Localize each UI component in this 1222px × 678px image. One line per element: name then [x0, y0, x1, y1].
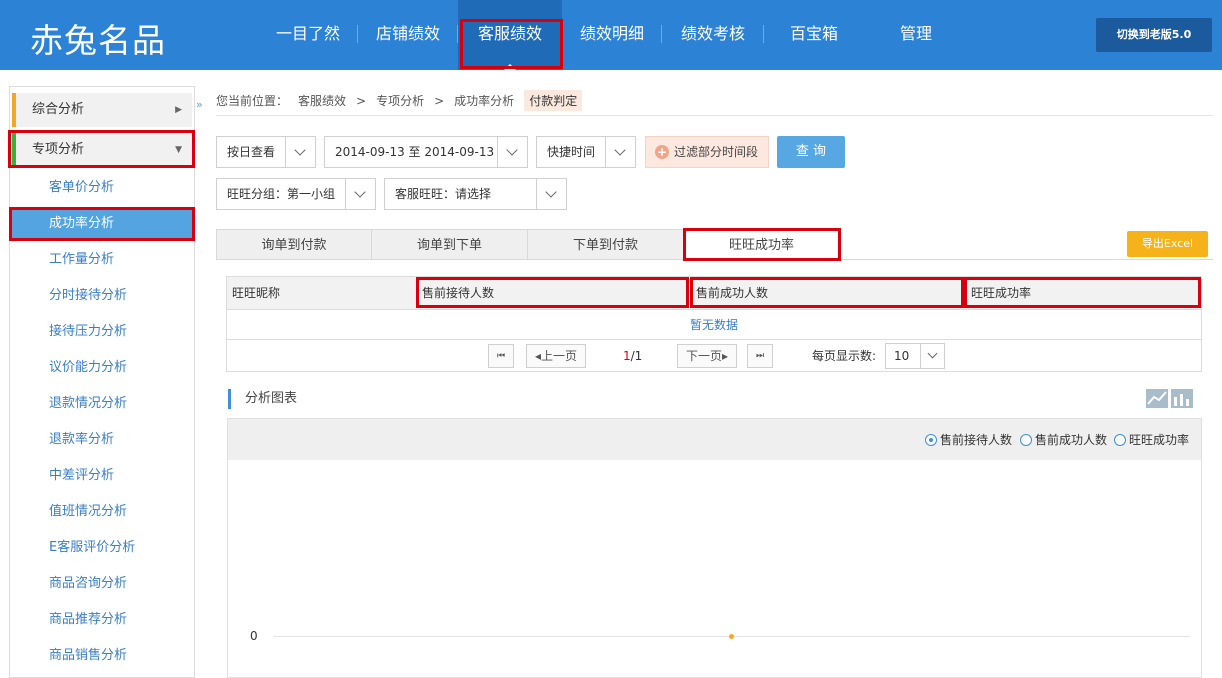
nav-manage[interactable]: 管理: [864, 0, 968, 70]
sidebar-item-product-sales[interactable]: 商品销售分析: [12, 641, 192, 671]
empty-message: 暂无数据: [227, 309, 1201, 339]
query-button[interactable]: 查 询: [777, 136, 845, 168]
tab-inquiry-to-payment[interactable]: 询单到付款: [216, 229, 372, 260]
breadcrumb-item-special-analysis[interactable]: 专项分析: [376, 92, 424, 109]
main-nav: 一目了然 店铺绩效 客服绩效 绩效明细 绩效考核 百宝箱 管理: [258, 0, 968, 70]
sidebar: 综合分析 ▶ 专项分析 ▼ 客单价分析 成功率分析 工作量分析 分时接待分析 接…: [9, 86, 195, 678]
sidebar-group-special[interactable]: 专项分析 ▼: [12, 133, 192, 167]
nav-performance-review[interactable]: 绩效考核: [662, 0, 764, 70]
nav-shop-performance[interactable]: 店铺绩效: [358, 0, 458, 70]
chart-section-title: 分析图表: [228, 389, 297, 409]
analysis-tabs: 询单到付款 询单到下单 下单到付款 旺旺成功率: [216, 229, 1213, 260]
chevron-down-icon: [345, 179, 375, 209]
first-page-button[interactable]: ⏮: [488, 344, 514, 368]
switch-old-version-button[interactable]: 切换到老版5.0: [1096, 18, 1212, 52]
next-page-button[interactable]: 下一页▸: [677, 344, 737, 368]
nav-overview[interactable]: 一目了然: [258, 0, 358, 70]
filter-periods-button[interactable]: + 过滤部分时间段: [645, 136, 769, 168]
breadcrumb: 您当前位置： 客服绩效 > 专项分析 > 成功率分析 付款判定: [216, 86, 1213, 116]
sidebar-item-duty[interactable]: 值班情况分析: [12, 497, 192, 527]
breadcrumb-prefix: 您当前位置：: [216, 94, 289, 108]
sidebar-item-reception-pressure[interactable]: 接待压力分析: [12, 317, 192, 347]
chevron-down-icon: [605, 137, 635, 167]
nav-service-performance[interactable]: 客服绩效: [458, 0, 562, 70]
chevron-down-icon: ▼: [175, 145, 182, 155]
table-header: 旺旺昵称 售前接待人数 售前成功人数 旺旺成功率: [227, 277, 1201, 309]
sidebar-item-product-recommend[interactable]: 商品推荐分析: [12, 605, 192, 635]
breadcrumb-current: 付款判定: [524, 90, 583, 111]
nav-toolbox[interactable]: 百宝箱: [764, 0, 864, 70]
export-excel-button[interactable]: 导出Excel: [1127, 231, 1208, 257]
legend-presale-success[interactable]: 售前成功人数: [1020, 431, 1107, 448]
column-header-presale-received[interactable]: 售前接待人数: [417, 277, 691, 309]
chevron-down-icon: [920, 344, 944, 368]
sidebar-item-hourly-reception[interactable]: 分时接待分析: [12, 281, 192, 311]
column-header-presale-success[interactable]: 售前成功人数: [691, 277, 966, 309]
plus-icon: +: [655, 145, 669, 159]
top-bar: 赤兔名品 一目了然 店铺绩效 客服绩效 绩效明细 绩效考核 百宝箱 管理 切换到…: [0, 0, 1222, 70]
data-table: 旺旺昵称 售前接待人数 售前成功人数 旺旺成功率 暂无数据 ⏮ ◂上一页 1/1…: [226, 276, 1202, 372]
sidebar-item-unit-price[interactable]: 客单价分析: [12, 173, 192, 203]
bar-chart-icon[interactable]: [1171, 389, 1193, 408]
sidebar-item-workload[interactable]: 工作量分析: [12, 245, 192, 275]
cs-ww-select[interactable]: 客服旺旺：请选择: [384, 178, 567, 210]
tab-ww-success-rate[interactable]: 旺旺成功率: [683, 229, 840, 260]
tab-inquiry-to-order[interactable]: 询单到下单: [371, 229, 528, 260]
sidebar-item-product-inquiry[interactable]: 商品咨询分析: [12, 569, 192, 599]
radio-icon: [1020, 433, 1032, 446]
sidebar-item-e-service-review[interactable]: E客服评价分析: [12, 533, 192, 563]
collapse-sidebar-icon[interactable]: »: [196, 98, 203, 111]
breadcrumb-item-success-rate[interactable]: 成功率分析: [454, 92, 514, 109]
view-mode-select[interactable]: 按日查看: [216, 136, 316, 168]
date-range-select[interactable]: 2014-09-13 至 2014-09-13: [324, 136, 528, 168]
nav-performance-detail[interactable]: 绩效明细: [562, 0, 662, 70]
column-header-ww-success-rate[interactable]: 旺旺成功率: [966, 277, 1201, 309]
pagination: ⏮ ◂上一页 1/1 下一页▸ ⏭ 每页显示数: 10: [227, 339, 1201, 371]
sidebar-item-refund-rate[interactable]: 退款率分析: [12, 425, 192, 455]
breadcrumb-separator: >: [434, 93, 445, 108]
radio-icon: [925, 433, 937, 446]
sidebar-item-success-rate[interactable]: 成功率分析: [12, 209, 192, 239]
legend-ww-success-rate[interactable]: 旺旺成功率: [1114, 431, 1189, 448]
prev-page-button[interactable]: ◂上一页: [526, 344, 586, 368]
chevron-right-icon: ▶: [175, 105, 182, 115]
data-point[interactable]: [729, 634, 734, 639]
page-indicator: 1/1: [623, 349, 643, 363]
chart-area: 售前接待人数 售前成功人数 旺旺成功率 0: [227, 418, 1202, 678]
per-page-label: 每页显示数:: [812, 349, 877, 363]
breadcrumb-separator: >: [356, 93, 367, 108]
chevron-down-icon: [536, 179, 566, 209]
line-chart-icon[interactable]: [1146, 389, 1168, 408]
chevron-down-icon: [497, 137, 527, 167]
breadcrumb-item-service-performance[interactable]: 客服绩效: [298, 92, 346, 109]
sidebar-group-overall[interactable]: 综合分析 ▶: [12, 93, 192, 127]
legend-presale-received[interactable]: 售前接待人数: [925, 431, 1012, 448]
chevron-down-icon: [285, 137, 315, 167]
sidebar-item-refund-status[interactable]: 退款情况分析: [12, 389, 192, 419]
last-page-button[interactable]: ⏭: [747, 344, 773, 368]
quick-time-select[interactable]: 快捷时间: [536, 136, 636, 168]
sidebar-item-bargaining[interactable]: 议价能力分析: [12, 353, 192, 383]
logo[interactable]: 赤兔名品: [30, 14, 166, 62]
per-page-select[interactable]: 10: [885, 343, 945, 369]
tab-order-to-payment[interactable]: 下单到付款: [527, 229, 684, 260]
sidebar-item-negative-review[interactable]: 中差评分析: [12, 461, 192, 491]
ww-group-select[interactable]: 旺旺分组：第一小组: [216, 178, 376, 210]
radio-icon: [1114, 433, 1126, 446]
chart-legend: 售前接待人数 售前成功人数 旺旺成功率: [228, 419, 1201, 460]
column-header-ww-nick[interactable]: 旺旺昵称: [227, 277, 417, 309]
y-tick-label: 0: [250, 629, 258, 643]
